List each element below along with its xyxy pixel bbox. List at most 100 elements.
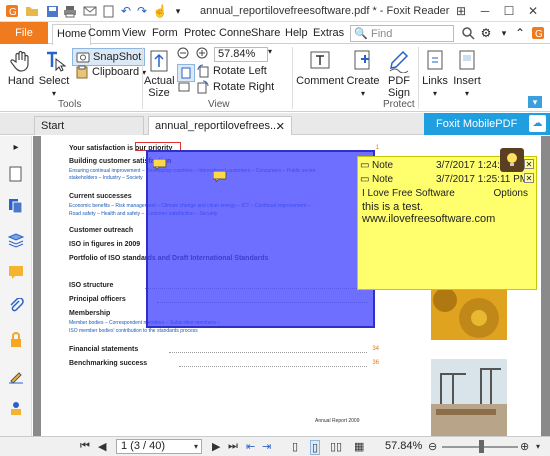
undo-icon[interactable]: ↶ xyxy=(118,3,134,19)
note-label-1: Note xyxy=(372,160,394,171)
page-setup-icon[interactable] xyxy=(100,3,116,19)
save-icon[interactable] xyxy=(44,3,60,19)
tip-lightbulb-icon[interactable] xyxy=(500,148,524,172)
hand-tool-quick-icon[interactable]: ☝ xyxy=(152,3,168,19)
zoom-out-button[interactable] xyxy=(177,47,191,61)
foxit-mobilepdf-button[interactable]: Foxit MobilePDF ☁ xyxy=(424,113,550,135)
facing-pages-icon[interactable]: ▯▯ xyxy=(330,440,342,453)
email-icon[interactable] xyxy=(82,3,98,19)
note-text-line-2: www.ilovefreesoftware.com xyxy=(362,213,496,225)
note-icon[interactable] xyxy=(212,170,227,184)
zoom-in-status-icon[interactable]: ⊕ xyxy=(520,440,529,453)
zoom-out-status-icon[interactable]: ⊖ xyxy=(428,440,437,453)
settings-gear-icon[interactable]: ⚙ xyxy=(478,25,494,41)
tab-form[interactable]: Form xyxy=(152,27,178,39)
insert-dropdown-icon: ▾ xyxy=(464,89,469,98)
toc-heading: Customer outreach xyxy=(69,227,134,234)
note-icon[interactable] xyxy=(152,158,167,172)
toc-heading: Membership xyxy=(69,310,111,317)
user-stamp-icon[interactable] xyxy=(8,400,24,416)
page-footer: Annual Report 2009 xyxy=(315,418,360,424)
comments-panel-icon[interactable] xyxy=(8,264,24,280)
zoom-dropdown-icon[interactable]: ▾ xyxy=(268,47,272,56)
signatures-icon[interactable] xyxy=(8,368,24,384)
note-body[interactable]: this is a test. www.ilovefreesoftware.co… xyxy=(362,201,495,225)
next-page-icon[interactable]: ▶ xyxy=(212,440,220,453)
page-thumbnails-icon[interactable] xyxy=(8,166,24,182)
zoom-in-button[interactable] xyxy=(196,47,210,61)
rectangle-annotation[interactable] xyxy=(146,150,375,328)
fit-width-button[interactable] xyxy=(177,80,191,94)
print-icon[interactable] xyxy=(62,3,78,19)
select-tool-button[interactable]: Select ▾ xyxy=(38,49,70,100)
open-folder-icon[interactable] xyxy=(24,3,40,19)
file-menu-button[interactable]: File xyxy=(0,22,48,44)
last-page-icon[interactable]: ⏭ xyxy=(228,440,238,453)
tab-help[interactable]: Help xyxy=(285,27,308,39)
clipboard-button[interactable]: Clipboard ▾ xyxy=(75,65,146,79)
actual-size-button[interactable]: Actual Size xyxy=(144,49,175,99)
close-button[interactable]: ✕ xyxy=(522,2,544,20)
group-label-protect: Protect xyxy=(383,99,415,110)
title-bar: G ↶ ↷ ☝ ▾ annual_reportilovefreesoftware… xyxy=(0,0,550,22)
previous-view-icon[interactable]: ⇤ xyxy=(246,440,255,453)
pdf-sign-button[interactable]: PDF Sign xyxy=(382,49,416,99)
security-lock-icon[interactable] xyxy=(8,332,24,348)
separator xyxy=(292,47,293,109)
close-note-icon[interactable]: ✕ xyxy=(524,159,534,169)
ribbon-pin-icon[interactable]: ▾ xyxy=(528,96,542,108)
tab-extras[interactable]: Extras xyxy=(313,27,344,39)
tab-start[interactable]: Start xyxy=(34,116,144,135)
create-button[interactable]: Create ▾ xyxy=(346,49,380,100)
foxit-account-icon[interactable]: G xyxy=(530,25,546,41)
zoom-field[interactable]: 57.84% xyxy=(214,47,268,62)
tab-protect[interactable]: Protec xyxy=(184,27,216,39)
page-dropdown-icon[interactable]: ▾ xyxy=(194,442,198,451)
next-view-icon[interactable]: ⇥ xyxy=(262,440,271,453)
page-number-field[interactable]: 1 (3 / 40) xyxy=(116,439,202,454)
insert-button[interactable]: Insert ▾ xyxy=(450,49,484,100)
close-note-icon[interactable]: ✕ xyxy=(524,173,534,183)
minimize-button[interactable]: ─ xyxy=(474,2,496,20)
continuous-facing-icon[interactable]: ▦ xyxy=(354,440,364,453)
toc-leader xyxy=(179,366,367,367)
tab-connect[interactable]: Conne xyxy=(219,27,251,39)
note-options-button[interactable]: Options xyxy=(494,188,528,199)
customize-quick-access-icon[interactable]: ▾ xyxy=(170,3,186,19)
group-label-view: View xyxy=(208,99,230,110)
continuous-page-icon[interactable]: ▯ xyxy=(310,440,321,455)
first-page-icon[interactable]: ⏮ xyxy=(80,440,90,453)
pdf-sign-label-2: Sign xyxy=(387,87,411,99)
search-icon[interactable] xyxy=(460,25,476,41)
snapshot-button[interactable]: SnapShot xyxy=(72,48,146,66)
attachments-icon[interactable] xyxy=(8,298,24,314)
tab-view[interactable]: View xyxy=(122,27,146,39)
copy-pages-icon[interactable] xyxy=(8,198,24,214)
note-popup[interactable]: ▭ Note 3/7/2017 1:24: ✕ ▭ Note 3/7/2017 … xyxy=(357,156,537,290)
maximize-button[interactable]: ☐ xyxy=(498,2,520,20)
zoom-slider-thumb[interactable] xyxy=(479,440,484,453)
ribbon-collapse-icon[interactable]: ⌃ xyxy=(512,25,528,41)
tab-home[interactable]: Home xyxy=(52,24,92,45)
rotate-right-button[interactable]: Rotate Right xyxy=(196,80,274,94)
redo-icon[interactable]: ↷ xyxy=(134,3,150,19)
layers-icon[interactable] xyxy=(8,232,24,248)
expand-panel-icon[interactable]: ▸ xyxy=(8,142,24,158)
tab-current-document[interactable]: annual_reportilovefrees... ✕ xyxy=(148,116,292,135)
close-tab-icon[interactable]: ✕ xyxy=(276,120,285,133)
hand-tool-button[interactable]: Hand xyxy=(6,49,36,87)
separator xyxy=(418,47,419,109)
settings-dropdown-icon[interactable]: ▾ xyxy=(496,25,512,41)
comment-button[interactable]: Comment xyxy=(296,49,344,87)
tab-comment[interactable]: Comm xyxy=(88,27,120,39)
tab-share[interactable]: Share xyxy=(251,27,280,39)
zoom-menu-icon[interactable]: ▾ xyxy=(536,442,540,451)
rotate-left-button[interactable]: Rotate Left xyxy=(196,64,267,78)
create-label: Create xyxy=(346,75,380,87)
find-input[interactable]: 🔍 Find xyxy=(350,25,454,42)
single-page-icon[interactable]: ▯ xyxy=(292,440,298,453)
links-button[interactable]: Links ▾ xyxy=(420,49,450,100)
previous-page-icon[interactable]: ◀ xyxy=(98,440,106,453)
insert-icon xyxy=(459,50,475,70)
layout-icon[interactable]: ⊞ xyxy=(450,2,472,20)
